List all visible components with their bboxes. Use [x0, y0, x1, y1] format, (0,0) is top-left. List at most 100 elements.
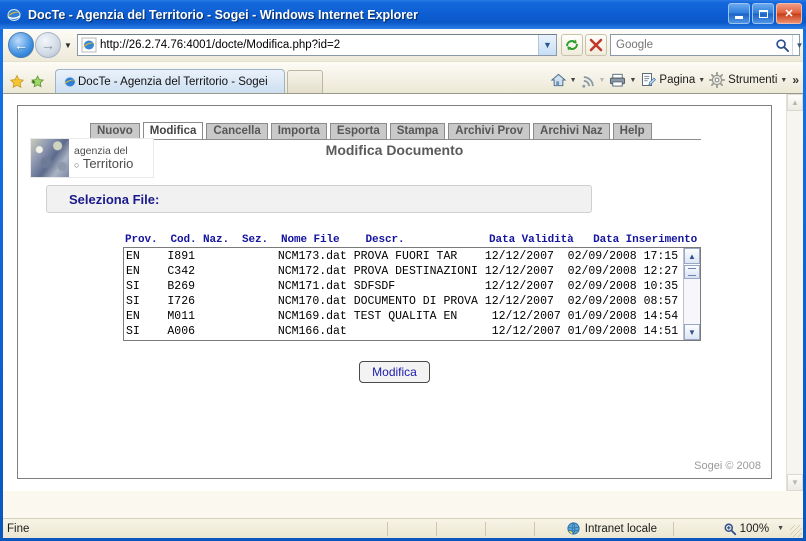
file-list-scrollbar[interactable]: ▲ ▼	[683, 248, 700, 340]
page-scroll-down-button[interactable]: ▼	[787, 474, 803, 491]
back-arrow-icon: ←	[14, 37, 28, 53]
chevron-down-icon: ▼	[543, 40, 552, 50]
page-title: Modifica Documento	[325, 142, 464, 158]
status-divider	[534, 521, 535, 536]
command-toolbar: ▼ ▼ ▼ Pagina ▼ Strumenti ▼ »	[548, 67, 803, 93]
tab-bar: DocTe - Agenzia del Territorio - Sogei ▼	[3, 61, 803, 93]
chevron-down-icon[interactable]: ▼	[777, 525, 784, 532]
file-list-row[interactable]: SI I726 NCM170.dat DOCUMENTO DI PROVA 12…	[126, 294, 683, 309]
select-file-label: Seleziona File:	[69, 191, 160, 207]
gear-icon	[709, 72, 726, 88]
browser-tab[interactable]: DocTe - Agenzia del Territorio - Sogei	[55, 69, 285, 93]
scrollbar-thumb[interactable]	[684, 265, 700, 279]
app-tab-archivi-naz[interactable]: Archivi Naz	[533, 123, 610, 140]
maximize-button[interactable]	[752, 3, 774, 24]
window-title: DocTe - Agenzia del Territorio - Sogei -…	[28, 7, 418, 22]
page-content: Nuovo Modifica Cancella Importa Esporta Stamp…	[3, 94, 787, 491]
chevron-down-icon: ▼	[629, 76, 637, 84]
app-tab-label: Importa	[277, 125, 320, 137]
star-icon	[9, 74, 25, 89]
forward-button[interactable]: →	[35, 32, 61, 58]
file-list-body[interactable]: EN I891 NCM173.dat PROVA FUORI TAR 12/12…	[123, 247, 701, 341]
home-icon	[550, 73, 566, 87]
app-tab-help[interactable]: Help	[612, 123, 652, 140]
address-bar[interactable]: http://26.2.74.76:4001/docte/Modifica.ph…	[77, 34, 557, 56]
search-input[interactable]	[611, 38, 772, 52]
app-tab-cancella[interactable]: Cancella	[206, 123, 268, 140]
page-scroll-up-button[interactable]: ▲	[787, 94, 803, 111]
app-tab-stampa[interactable]: Stampa	[389, 123, 446, 140]
search-button[interactable]	[772, 35, 792, 55]
status-cell	[486, 519, 534, 539]
copyright-text: Sogei © 2008	[694, 460, 761, 472]
favorites-center-button[interactable]	[7, 71, 27, 93]
chevron-down-icon: ▼	[64, 40, 72, 50]
page-scrollbar[interactable]: ▲ ▼	[786, 94, 803, 491]
security-zone[interactable]: Intranet locale	[566, 521, 659, 536]
close-icon	[589, 38, 603, 52]
home-button[interactable]: ▼	[548, 69, 579, 91]
file-list-row[interactable]: SI B269 NCM171.dat SDFSDF 12/12/2007 02/…	[126, 279, 683, 294]
status-cell	[437, 519, 485, 539]
app-tab-importa[interactable]: Importa	[270, 123, 327, 140]
file-list-row[interactable]: SI A006 NCM166.dat 12/12/2007 01/09/2008…	[126, 324, 683, 339]
refresh-icon	[566, 39, 578, 51]
modifica-button[interactable]: Modifica	[359, 361, 430, 383]
scroll-down-button[interactable]: ▼	[684, 324, 700, 340]
file-list: Prov. Cod. Naz. Sez. Nome File Descr. Da…	[123, 232, 701, 342]
print-icon	[610, 73, 626, 87]
internet-explorer-icon	[5, 6, 23, 24]
window-controls: ✕	[728, 3, 802, 24]
file-list-row[interactable]: EN C342 NCM172.dat PROVA DESTINAZIONI 12…	[126, 264, 683, 279]
app-tab-label: Esporta	[336, 125, 380, 137]
chevron-down-icon: ▼	[569, 76, 577, 84]
app-tab-label: Nuovo	[97, 125, 133, 137]
app-tab-label: Help	[619, 125, 645, 137]
history-dropdown-button[interactable]: ▼	[61, 32, 75, 58]
search-box[interactable]: ▼	[610, 34, 803, 56]
minimize-button[interactable]	[728, 3, 750, 24]
page-menu-label: Pagina	[659, 74, 696, 86]
tools-menu-label: Strumenti	[728, 74, 778, 86]
star-plus-icon	[31, 75, 45, 88]
toolbar-overflow-button[interactable]: »	[792, 73, 799, 87]
chevron-down-icon: ▼	[780, 76, 788, 84]
logo-line2: ○ Territorio	[74, 156, 133, 171]
app-tab-underline	[90, 139, 701, 140]
page-favicon-icon	[81, 37, 97, 53]
title-bar: DocTe - Agenzia del Territorio - Sogei -…	[0, 0, 806, 29]
add-favorite-button[interactable]	[27, 71, 47, 93]
page-menu-button[interactable]: Pagina ▼	[638, 69, 707, 91]
close-button[interactable]: ✕	[776, 3, 802, 24]
new-tab-button[interactable]	[287, 70, 323, 93]
file-list-row[interactable]: EN M011 NCM169.dat TEST QUALITA EN 12/12…	[126, 309, 683, 324]
file-list-header: Prov. Cod. Naz. Sez. Nome File Descr. Da…	[123, 232, 701, 247]
app-tab-label: Archivi Naz	[540, 125, 603, 137]
file-list-rows[interactable]: EN I891 NCM173.dat PROVA FUORI TAR 12/12…	[124, 248, 683, 340]
page-viewport: Nuovo Modifica Cancella Importa Esporta Stamp…	[3, 93, 803, 491]
back-button[interactable]: ←	[8, 32, 34, 58]
app-tab-label: Modifica	[149, 125, 197, 137]
zoom-control[interactable]: 100% ▼	[674, 522, 790, 536]
submit-row: Modifica	[18, 361, 771, 383]
page-icon	[642, 73, 657, 86]
logo-circle-icon: ○	[74, 159, 80, 170]
feeds-button[interactable]: ▼	[579, 69, 608, 91]
search-provider-dropdown[interactable]: ▼	[792, 35, 806, 55]
tools-menu-button[interactable]: Strumenti ▼	[707, 69, 789, 91]
refresh-button[interactable]	[561, 34, 583, 56]
scroll-up-button[interactable]: ▲	[684, 248, 700, 264]
zoom-level-label: 100%	[739, 522, 770, 535]
app-tab-label: Stampa	[396, 125, 439, 137]
address-text: http://26.2.74.76:4001/docte/Modifica.ph…	[100, 39, 341, 51]
file-list-row[interactable]: EN I891 NCM173.dat PROVA FUORI TAR 12/12…	[126, 249, 683, 264]
stop-button[interactable]	[585, 34, 607, 56]
app-tab-esporta[interactable]: Esporta	[329, 123, 387, 140]
navigation-bar: ← → ▼ http://26.2.74.76:4001/docte/Modif…	[3, 29, 803, 61]
address-dropdown-button[interactable]: ▼	[538, 35, 556, 55]
document-frame: Nuovo Modifica Cancella Importa Esporta Stamp…	[17, 105, 772, 479]
app-tab-archivi-prov[interactable]: Archivi Prov	[448, 123, 531, 140]
resize-grip[interactable]	[790, 525, 802, 537]
browser-tab-label: DocTe - Agenzia del Territorio - Sogei	[78, 75, 268, 88]
print-button[interactable]: ▼	[607, 69, 638, 91]
